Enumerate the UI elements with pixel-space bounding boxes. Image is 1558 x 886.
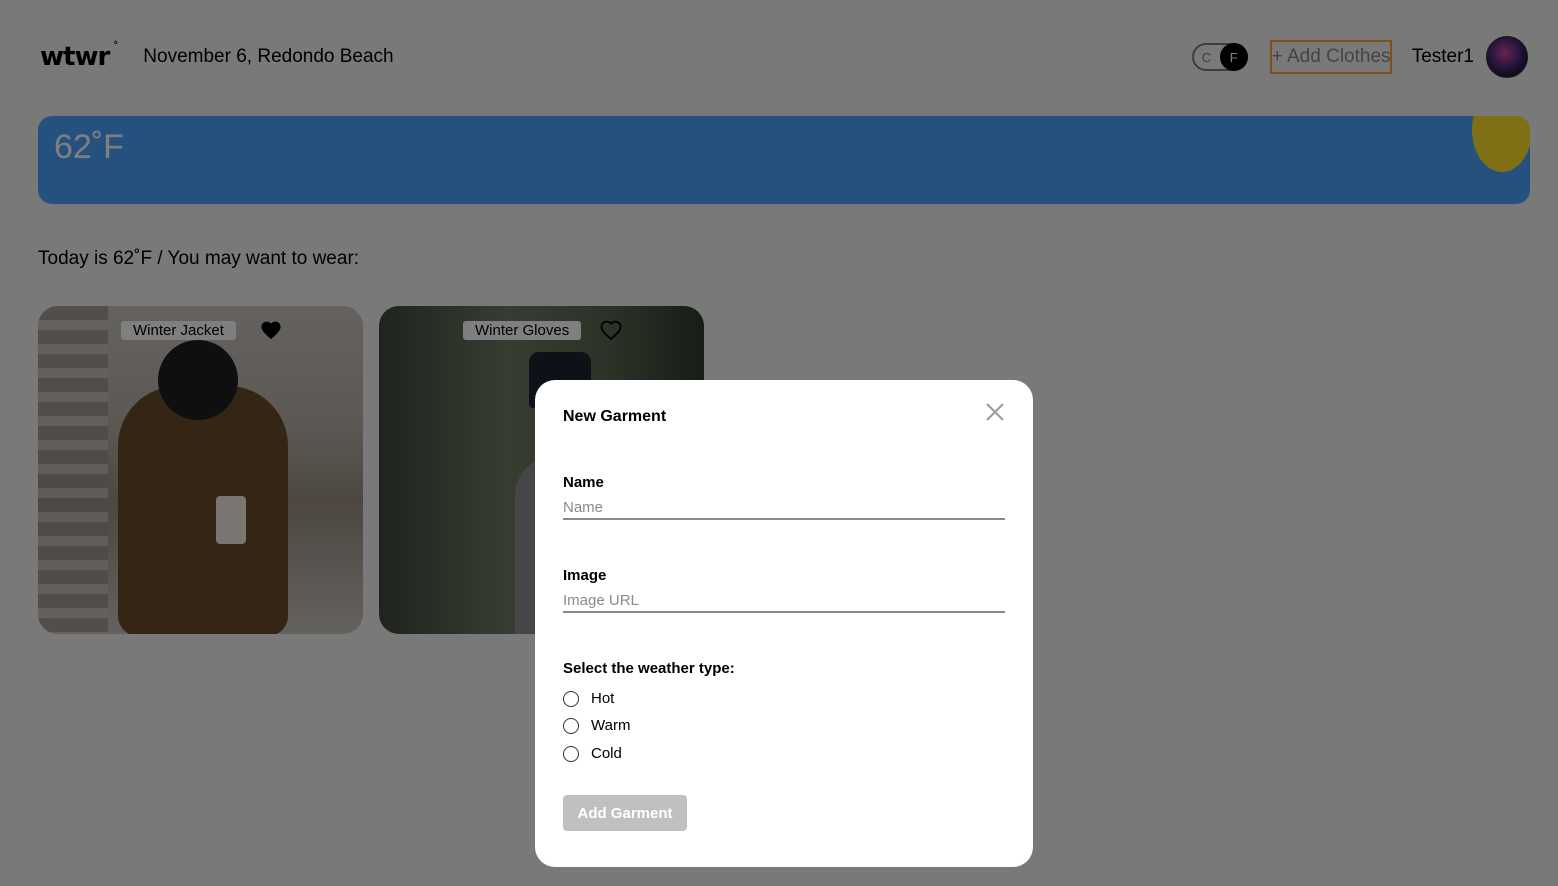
weather-option-warm[interactable]: Warm xyxy=(563,717,630,734)
radio-warm-label: Warm xyxy=(591,717,631,734)
weather-type-label: Select the weather type: xyxy=(563,660,735,677)
name-input[interactable] xyxy=(563,496,1005,520)
radio-warm[interactable] xyxy=(563,717,579,734)
image-label: Image xyxy=(563,567,607,584)
weather-option-hot[interactable]: Hot xyxy=(563,690,614,707)
new-garment-modal: New Garment Name Image Select the weathe… xyxy=(535,380,1033,867)
radio-hot-label: Hot xyxy=(591,690,615,707)
radio-cold-label: Cold xyxy=(591,745,622,762)
radio-hot[interactable] xyxy=(563,690,579,707)
close-icon[interactable] xyxy=(985,402,1005,422)
modal-title: New Garment xyxy=(563,408,667,425)
add-garment-button[interactable]: Add Garment xyxy=(563,795,687,831)
name-label: Name xyxy=(563,474,604,491)
image-url-input[interactable] xyxy=(563,589,1005,613)
weather-option-cold[interactable]: Cold xyxy=(563,745,622,762)
radio-cold[interactable] xyxy=(563,745,579,762)
page: wtwr° November 6, Redondo Beach C F + Ad… xyxy=(0,0,1558,886)
